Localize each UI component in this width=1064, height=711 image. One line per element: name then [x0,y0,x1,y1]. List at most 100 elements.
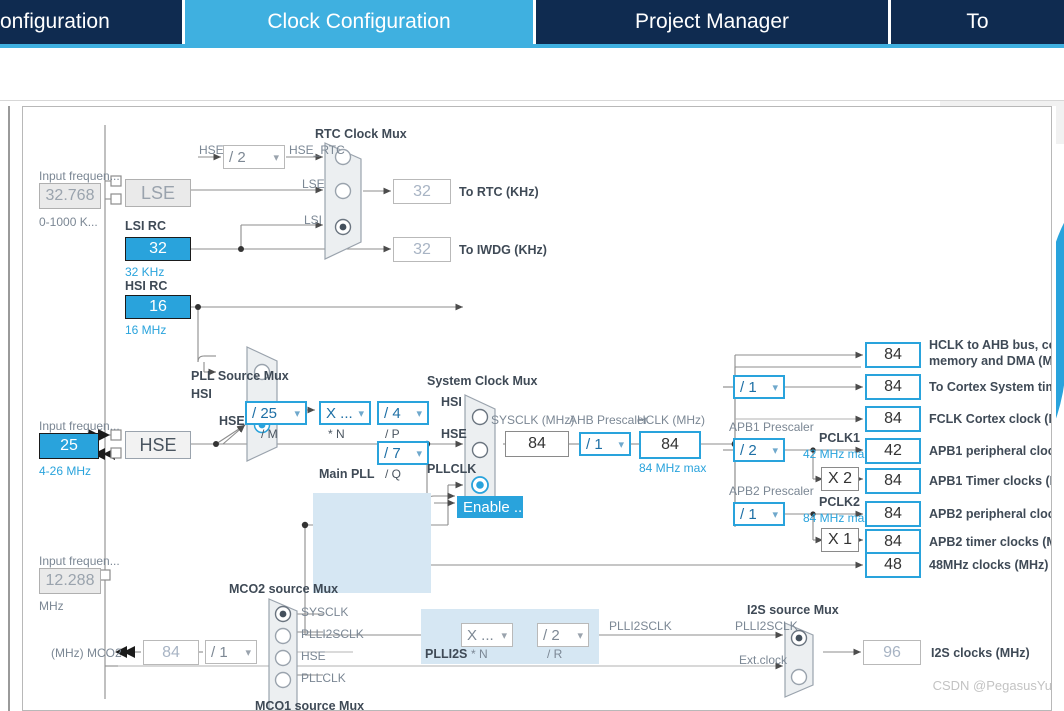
hsi-rc-title: HSI RC [125,279,167,293]
plln-multiplier-combo[interactable]: X ... ▾ [319,401,371,425]
main-tab-bar: onfiguration Clock Configuration Project… [0,0,1064,44]
mco2-source-mux-title: MCO2 source Mux [229,582,338,596]
pclk1-max-label: 42 MHz max [803,447,870,461]
apb2-prescaler-combo[interactable]: / 1 ▾ [733,502,785,526]
mco2-value-box[interactable]: 84 [143,640,199,665]
clock-canvas[interactable]: Input frequen... 32.768 0-1000 K... LSE … [22,106,1052,711]
mco2-mux-input-hse: HSE [301,649,326,663]
lsi-rc-title: LSI RC [125,219,166,233]
output-value: 48 [884,556,902,574]
mco2-mux-input-plli2sclk: PLLI2SCLK [301,627,364,641]
output-box-apb1-timer[interactable]: 84 [865,468,921,494]
hse-input-value: 25 [60,437,78,455]
chevron-down-icon: ▾ [501,629,507,642]
output-box-apb2-peripheral[interactable]: 84 [865,501,921,527]
tab-clock-configuration[interactable]: Clock Configuration [185,0,533,44]
output-box-fclk[interactable]: 84 [865,406,921,432]
hse-rtc-divider-value: / 2 [229,149,246,166]
output-value: 42 [884,442,902,460]
sysclk-value-box[interactable]: 84 [505,431,569,457]
output-value: 84 [884,346,902,364]
mco2-mux-input-sysclk: SYSCLK [301,605,348,619]
system-clock-mux-input-pllclk: PLLCLK [427,462,476,476]
lse-input-value: 32.768 [46,187,95,205]
hsi-rc-value-box[interactable]: 16 [125,295,191,319]
hse-rtc-input-label: HSE [199,143,224,157]
mco2-divider-combo[interactable]: / 1 ▾ [205,640,257,664]
to-iwdg-value-box[interactable]: 32 [393,237,451,262]
output-box-48mhz[interactable]: 48 [865,552,921,578]
apb2-timer-multiplier-box: X 1 [821,528,859,552]
main-pll-region [313,493,431,593]
i2s-clocks-label: I2S clocks (MHz) [931,646,1030,660]
lse-osc-box[interactable]: LSE [125,179,191,207]
output-label-hclk: HCLK to AHB bus, core, [929,338,1052,352]
enable-css-button[interactable]: Enable ... [457,496,523,518]
lse-osc-label: LSE [141,183,175,204]
output-label-apb1-timer: APB1 Timer clocks (MHz) [929,474,1052,488]
ahb-prescaler-combo[interactable]: / 1 ▾ [579,432,631,456]
plli2sclk-label: PLLI2SCLK [609,619,672,633]
i2s-clocks-value-box[interactable]: 96 [863,640,921,665]
system-clock-mux-input-hsi: HSI [441,395,462,409]
mco1-source-mux-title: MCO1 source Mux [255,699,364,711]
enable-css-label: Enable ... [463,499,523,516]
output-value: 84 [884,533,902,551]
output-label-fclk: FCLK Cortex clock (MHz) [929,412,1052,426]
pclk2-label: PCLK2 [819,495,860,509]
plli2s-r-name: / R [547,647,562,661]
lse-range-label: 0-1000 K... [39,215,98,229]
chevron-down-icon: ▾ [294,407,300,420]
pllp-value: / 4 [384,405,401,422]
output-box-hclk[interactable]: 84 [865,342,921,368]
watermark-text: CSDN @PegasusYu [933,678,1052,693]
hse-input-frequency-field[interactable]: 25 [39,433,99,459]
pllm-divider-combo[interactable]: / 25 ▾ [245,401,307,425]
hclk-max-label: 84 MHz max [639,461,706,475]
plli2s-n-combo[interactable]: X ... ▾ [461,623,513,647]
pllm-name: / M [261,427,278,441]
output-value: 84 [884,410,902,428]
tab-project-manager[interactable]: Project Manager [536,0,888,44]
lse-input-frequency-field[interactable]: 32.768 [39,183,101,209]
output-label-hclk-line2: memory and DMA (MHz) [929,354,1052,368]
hse-range-label: 4-26 MHz [39,464,91,478]
pllp-divider-combo[interactable]: / 4 ▾ [377,401,429,425]
apb2-prescaler-value: / 1 [740,506,757,523]
apb1-prescaler-value: / 2 [740,442,757,459]
cortex-timer-divider-combo[interactable]: / 1 ▾ [733,375,785,399]
hse-osc-label: HSE [139,435,176,456]
hse-rtc-divider-combo[interactable]: / 2 ▾ [223,145,285,169]
rtc-mux-input-lsi: LSI [304,213,322,227]
mco2-mux-input-pllclk: PLLCLK [301,671,346,685]
lsi-rc-value-box[interactable]: 32 [125,237,191,261]
pll-source-mux-input-hse: HSE [219,414,245,428]
hsi-rc-unit: 16 MHz [125,323,166,337]
plli2s-r-combo[interactable]: / 2 ▾ [537,623,589,647]
i2s-input-frequency-field[interactable]: 12.288 [39,568,101,594]
i2s-mux-input-ext-clock: Ext.clock [739,653,787,667]
pllq-divider-combo[interactable]: / 7 ▾ [377,441,429,465]
output-label-apb2-timer: APB2 timer clocks (MHz) [929,535,1052,549]
apb1-prescaler-combo[interactable]: / 2 ▾ [733,438,785,462]
hclk-value: 84 [661,436,679,454]
chevron-down-icon: ▾ [416,447,422,460]
clock-tree-diagram: Input frequen... 32.768 0-1000 K... LSE … [23,107,1052,711]
output-label-cortex-systick: To Cortex System timer ( [929,380,1052,394]
pllq-value: / 7 [384,445,401,462]
ahb-prescaler-label: AHB Prescaler [569,413,648,427]
output-box-cortex-systick[interactable]: 84 [865,374,921,400]
tab-configuration[interactable]: onfiguration [0,0,182,44]
rtc-mux-input-hse-rtc: HSE_RTC [289,143,345,157]
mco2-value: 84 [162,644,180,662]
mco2-divider-value: / 1 [211,644,228,661]
hsi-rc-value: 16 [149,298,167,316]
sysclk-value: 84 [528,435,546,453]
to-rtc-value-box[interactable]: 32 [393,179,451,204]
apb2-prescaler-label: APB2 Prescaler [729,484,814,498]
hclk-value-box[interactable]: 84 [639,431,701,459]
hse-osc-box[interactable]: HSE [125,431,191,459]
output-value: 84 [884,505,902,523]
output-box-apb1-peripheral[interactable]: 42 [865,438,921,464]
tab-tools[interactable]: To [891,0,1064,44]
